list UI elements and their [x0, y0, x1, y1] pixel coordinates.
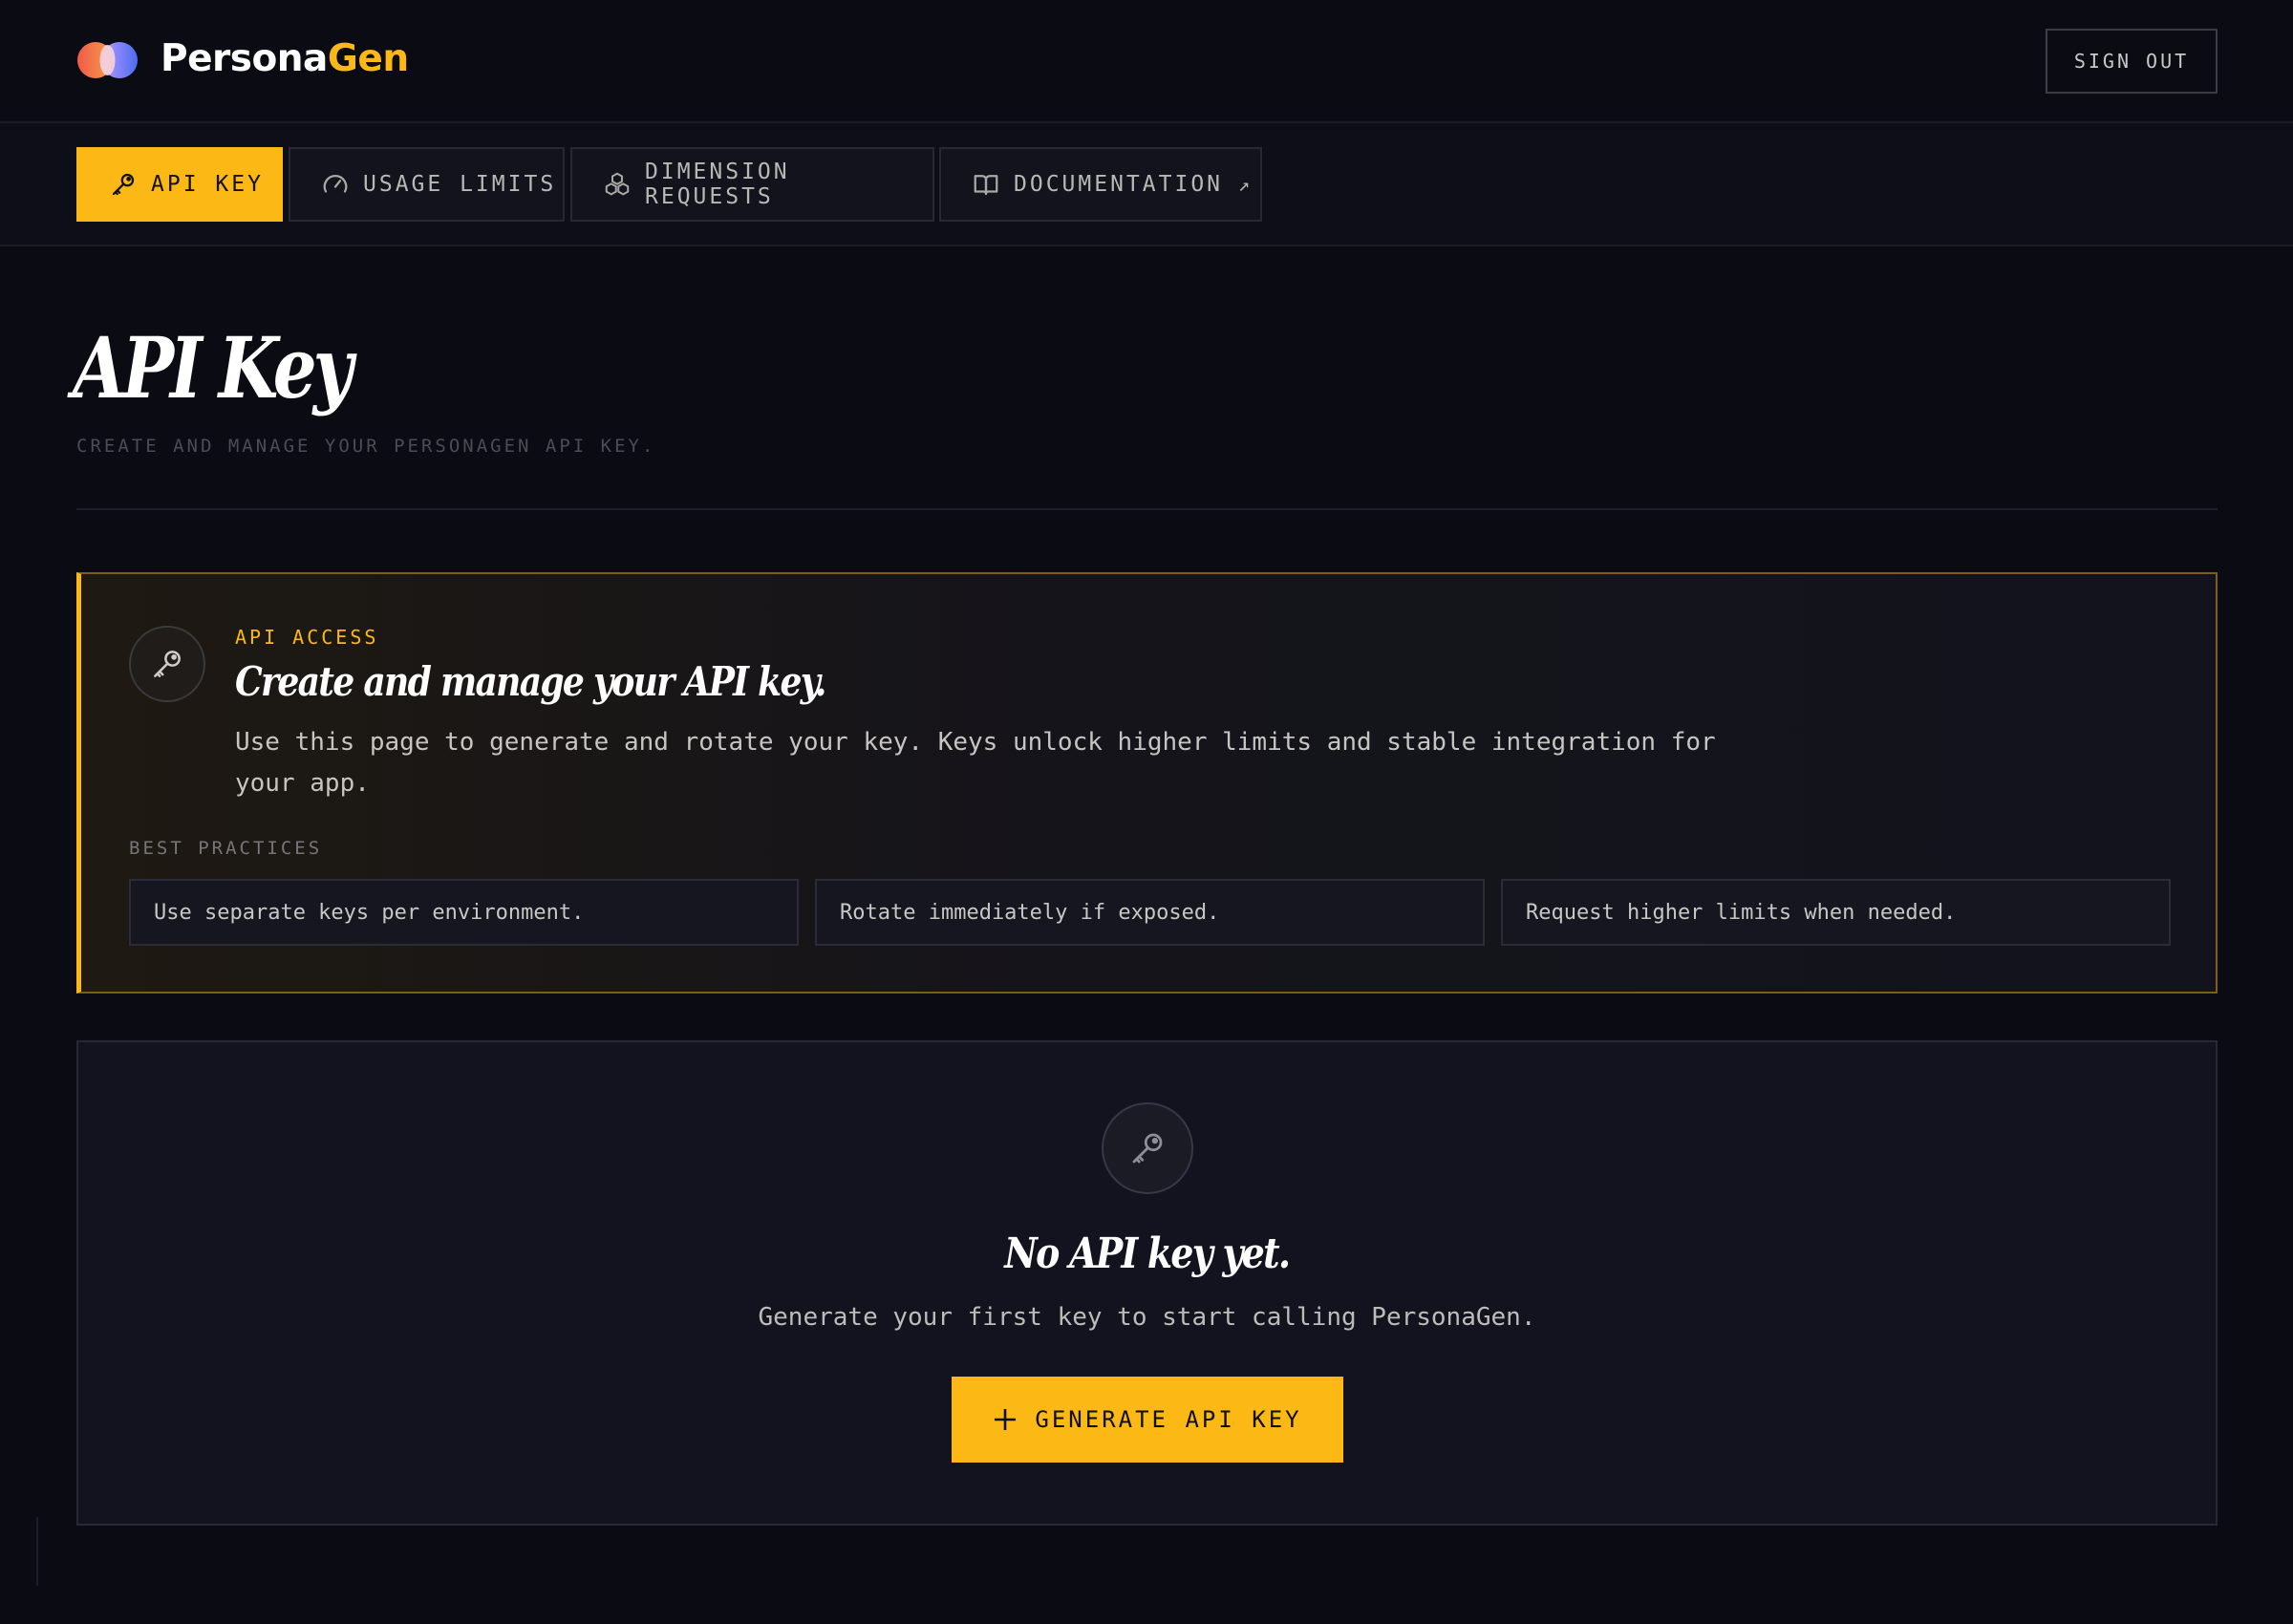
generate-api-key-button[interactable]: GENERATE API KEY — [952, 1377, 1343, 1463]
logo-icon — [77, 42, 138, 78]
best-practices-label: BEST PRACTICES — [129, 838, 323, 859]
divider — [76, 508, 2218, 510]
brand-name-part1: Persona — [161, 37, 328, 80]
external-link-icon: ↗ — [1238, 173, 1251, 196]
tab-api-key[interactable]: API KEY — [76, 147, 283, 222]
edge-divider — [36, 1517, 38, 1586]
empty-state-title-text: No API key yet. — [1004, 1229, 1291, 1278]
tab-dimension-requests[interactable]: DIMENSION REQUESTS — [570, 147, 934, 222]
sign-out-button[interactable]: SIGN OUT — [2046, 29, 2218, 94]
empty-key-badge — [1102, 1102, 1193, 1194]
best-practice-item: Use separate keys per environment. — [129, 879, 799, 946]
best-practice-item: Request higher limits when needed. — [1501, 879, 2171, 946]
cubes-icon — [605, 172, 630, 196]
brand-logo-text[interactable]: PersonaGen — [161, 36, 409, 82]
info-key-badge — [129, 626, 205, 702]
key-icon — [112, 173, 135, 196]
tab-documentation[interactable]: DOCUMENTATION ↗ — [939, 147, 1262, 222]
key-icon — [1132, 1133, 1163, 1164]
tab-label: DOCUMENTATION — [1014, 172, 1224, 197]
empty-state-card: No API key yet. Generate your first key … — [76, 1040, 2218, 1526]
main-nav: API KEY USAGE LIMITS DIMENSION REQUESTS … — [0, 123, 2293, 246]
tab-usage-limits[interactable]: USAGE LIMITS — [289, 147, 565, 222]
book-icon — [974, 175, 998, 196]
brand-name-part2: Gen — [327, 37, 409, 80]
page-subtitle: CREATE AND MANAGE YOUR PERSONAGEN API KE… — [76, 436, 656, 457]
info-eyebrow: API ACCESS — [235, 626, 379, 649]
page-title: API Key — [73, 318, 353, 417]
tab-label: DIMENSION REQUESTS — [645, 160, 790, 209]
tab-label: API KEY — [151, 172, 264, 197]
key-icon — [154, 651, 181, 677]
tab-label: USAGE LIMITS — [363, 172, 557, 197]
empty-state-title: No API key yet. — [78, 1229, 2216, 1278]
best-practice-item: Rotate immediately if exposed. — [815, 879, 1485, 946]
api-access-info-card: API ACCESS Create and manage your API ke… — [76, 572, 2218, 994]
generate-button-label: GENERATE API KEY — [1035, 1406, 1302, 1433]
info-heading: Create and manage your API key. — [235, 658, 826, 705]
gauge-icon — [323, 175, 348, 193]
top-bar: PersonaGen SIGN OUT — [0, 0, 2293, 123]
empty-state-description: Generate your first key to start calling… — [758, 1303, 1536, 1332]
plus-icon — [995, 1408, 1017, 1431]
info-description: Use this page to generate and rotate you… — [235, 728, 1716, 798]
